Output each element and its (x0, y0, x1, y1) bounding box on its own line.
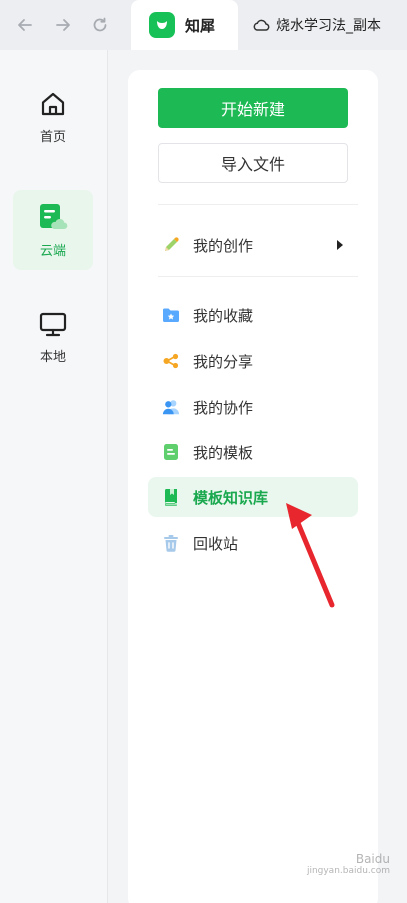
menu-item-label: 我的模板 (193, 443, 254, 462)
document-tab[interactable]: 烧水学习法_副本 (252, 0, 381, 50)
template-icon (162, 443, 180, 461)
forward-button[interactable] (50, 12, 76, 38)
menu-item-label: 我的收藏 (193, 306, 254, 325)
app-tab[interactable]: 知犀 (131, 0, 238, 50)
content-edge (386, 50, 407, 903)
app-logo-icon (149, 12, 175, 38)
menu-item-label: 模板知识库 (193, 488, 269, 507)
collaboration-icon (162, 398, 180, 416)
menu-item-label: 回收站 (193, 534, 239, 553)
menu-item-my-creations[interactable]: 我的创作 (148, 225, 358, 265)
rail-item-cloud[interactable]: 云端 (13, 190, 93, 270)
tab-bar: 知犀 烧水学习法_副本 (0, 0, 407, 50)
cloud-icon (253, 19, 270, 31)
pencil-icon (162, 236, 180, 254)
menu-item-collaboration[interactable]: 我的协作 (148, 387, 358, 427)
watermark-sub: jingyan.baidu.com (306, 866, 390, 876)
refresh-button[interactable] (87, 12, 113, 38)
new-button[interactable]: 开始新建 (158, 88, 348, 128)
menu-item-share[interactable]: 我的分享 (148, 341, 358, 381)
divider (158, 276, 358, 277)
import-file-button[interactable]: 导入文件 (158, 143, 348, 183)
rail-item-label: 本地 (39, 349, 66, 365)
caret-right-icon[interactable] (336, 240, 344, 250)
watermark-brand: Baidu (355, 852, 390, 866)
left-rail: 首页 云端 本地 (0, 50, 108, 903)
rail-item-home[interactable]: 首页 (13, 77, 93, 157)
rail-item-label: 云端 (39, 243, 66, 259)
menu-item-label: 我的协作 (193, 398, 254, 417)
back-button[interactable] (12, 12, 38, 38)
divider (158, 204, 358, 205)
home-icon (41, 92, 65, 115)
share-icon (162, 352, 180, 370)
cloud-doc-icon (40, 203, 68, 229)
monitor-icon (39, 312, 67, 336)
trash-icon (162, 534, 180, 552)
refresh-icon (93, 17, 107, 32)
annotation-arrow-icon (286, 503, 335, 608)
arrow-left-icon (18, 19, 32, 31)
document-tab-title: 烧水学习法_副本 (276, 18, 381, 34)
knowledge-book-icon (162, 488, 180, 506)
app-tab-title: 知犀 (185, 16, 216, 35)
rail-item-label: 首页 (39, 129, 66, 145)
menu-item-label: 我的分享 (193, 352, 254, 371)
file-panel: 开始新建 导入文件 我的创作 我的收藏 我的分享 我的协作 我的模板 模板知识库… (128, 70, 378, 903)
favorites-folder-icon (162, 306, 180, 324)
baidu-watermark-icon: Baidu jingyan.baidu.com (290, 852, 390, 892)
menu-item-templates[interactable]: 我的模板 (148, 432, 358, 472)
menu-item-label: 我的创作 (193, 236, 254, 255)
arrow-right-icon (56, 19, 70, 31)
rail-item-local[interactable]: 本地 (13, 297, 93, 377)
menu-item-favorites[interactable]: 我的收藏 (148, 295, 358, 335)
